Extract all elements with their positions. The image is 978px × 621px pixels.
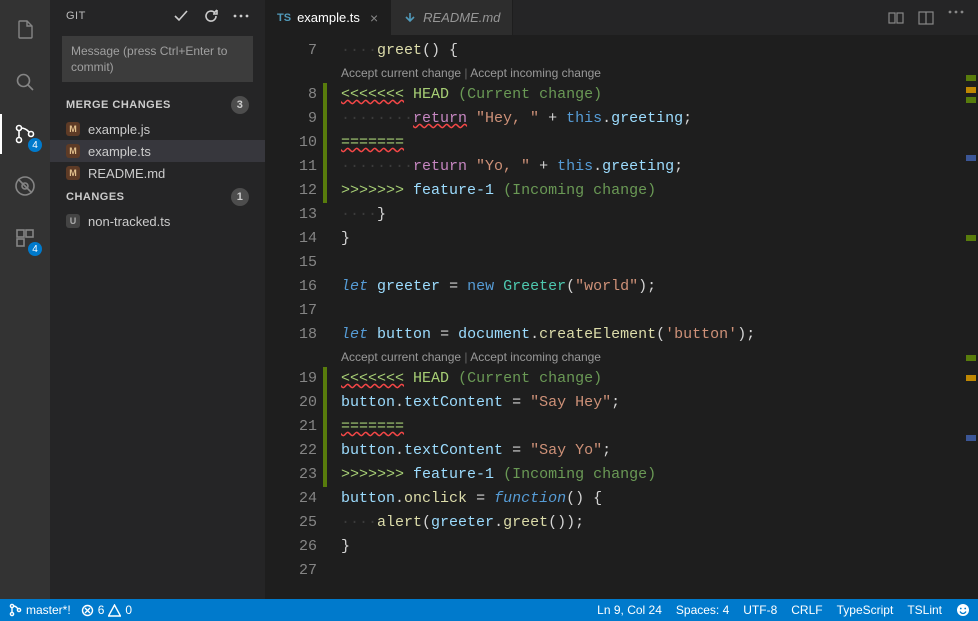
encoding-indicator[interactable]: UTF-8 bbox=[743, 603, 777, 617]
tab-label: example.ts bbox=[297, 10, 360, 25]
codelens-accept-current[interactable]: Accept current change bbox=[341, 350, 461, 364]
section-count: 1 bbox=[231, 188, 249, 206]
status-bar: master*! 6 0 Ln 9, Col 24 Spaces: 4 UTF-… bbox=[0, 599, 978, 621]
feedback-smiley-icon[interactable] bbox=[956, 603, 970, 617]
indent-indicator[interactable]: Spaces: 4 bbox=[676, 603, 729, 617]
line-number-gutter: 7 8 9 10 11 12 13 14 15 16 17 18 19 20 2… bbox=[265, 35, 323, 599]
file-name: example.ts bbox=[88, 144, 151, 159]
section-title: MERGE CHANGES bbox=[66, 99, 171, 111]
activity-bar: 4 4 bbox=[0, 0, 50, 599]
status-badge-untracked: U bbox=[66, 214, 80, 228]
status-badge-modified: M bbox=[66, 122, 80, 136]
overview-ruler[interactable] bbox=[964, 35, 978, 599]
file-name: non-tracked.ts bbox=[88, 214, 170, 229]
language-mode[interactable]: TypeScript bbox=[837, 603, 894, 617]
code-content[interactable]: ····greet() { Accept current change | Ac… bbox=[329, 35, 964, 599]
more-icon[interactable] bbox=[233, 14, 249, 18]
more-icon[interactable] bbox=[948, 10, 964, 26]
explorer-icon[interactable] bbox=[0, 10, 50, 50]
tab-readme-md[interactable]: README.md bbox=[391, 0, 513, 35]
typescript-icon: TS bbox=[277, 12, 291, 24]
tab-label: README.md bbox=[423, 10, 500, 25]
refresh-icon[interactable] bbox=[203, 8, 219, 24]
branch-indicator[interactable]: master*! bbox=[8, 603, 71, 617]
tab-actions bbox=[888, 10, 978, 26]
tab-bar: TS example.ts × README.md bbox=[265, 0, 978, 35]
file-name: README.md bbox=[88, 166, 165, 181]
scm-badge: 4 bbox=[28, 138, 42, 152]
debug-icon[interactable] bbox=[0, 166, 50, 206]
code-editor[interactable]: 7 8 9 10 11 12 13 14 15 16 17 18 19 20 2… bbox=[265, 35, 978, 599]
file-row[interactable]: M README.md bbox=[50, 162, 265, 184]
warning-count: 0 bbox=[125, 603, 132, 617]
sidebar: GIT Message (press Ctrl+Enter to commit)… bbox=[50, 0, 265, 599]
section-merge-changes[interactable]: MERGE CHANGES 3 bbox=[50, 92, 265, 118]
section-title: CHANGES bbox=[66, 191, 125, 203]
status-badge-modified: M bbox=[66, 166, 80, 180]
cursor-position[interactable]: Ln 9, Col 24 bbox=[597, 603, 662, 617]
tab-example-ts[interactable]: TS example.ts × bbox=[265, 0, 391, 35]
extensions-icon[interactable]: 4 bbox=[0, 218, 50, 258]
codelens-accept-incoming[interactable]: Accept incoming change bbox=[470, 66, 601, 80]
codelens-accept-incoming[interactable]: Accept incoming change bbox=[470, 350, 601, 364]
extensions-badge: 4 bbox=[28, 242, 42, 256]
codelens-accept-current[interactable]: Accept current change bbox=[341, 66, 461, 80]
file-row[interactable]: M example.ts bbox=[50, 140, 265, 162]
branch-name: master*! bbox=[26, 603, 71, 617]
close-icon[interactable]: × bbox=[370, 10, 378, 26]
problems-indicator[interactable]: 6 0 bbox=[81, 603, 132, 617]
editor-area: TS example.ts × README.md 7 8 9 bbox=[265, 0, 978, 599]
file-row[interactable]: U non-tracked.ts bbox=[50, 210, 265, 232]
sidebar-header: GIT bbox=[50, 0, 265, 32]
error-count: 6 bbox=[98, 603, 105, 617]
tslint-indicator[interactable]: TSLint bbox=[907, 603, 942, 617]
compare-icon[interactable] bbox=[888, 10, 904, 26]
search-icon[interactable] bbox=[0, 62, 50, 102]
status-badge-modified: M bbox=[66, 144, 80, 158]
section-count: 3 bbox=[231, 96, 249, 114]
commit-check-icon[interactable] bbox=[173, 8, 189, 24]
section-changes[interactable]: CHANGES 1 bbox=[50, 184, 265, 210]
sidebar-title: GIT bbox=[66, 10, 159, 22]
commit-message-input[interactable]: Message (press Ctrl+Enter to commit) bbox=[62, 36, 253, 82]
file-name: example.js bbox=[88, 122, 150, 137]
file-row[interactable]: M example.js bbox=[50, 118, 265, 140]
markdown-icon bbox=[403, 11, 417, 25]
source-control-icon[interactable]: 4 bbox=[0, 114, 50, 154]
split-editor-icon[interactable] bbox=[918, 10, 934, 26]
eol-indicator[interactable]: CRLF bbox=[791, 603, 822, 617]
